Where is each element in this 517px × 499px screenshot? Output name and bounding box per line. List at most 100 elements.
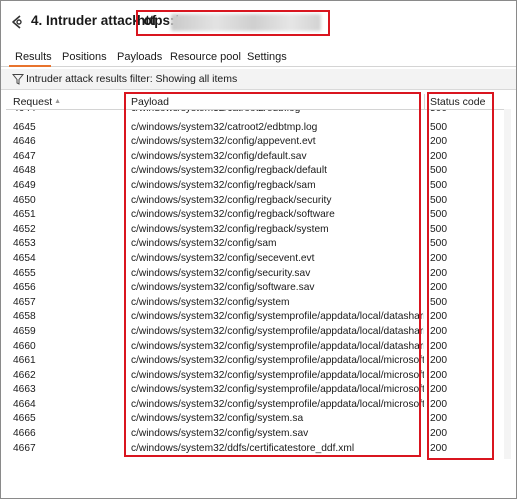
payload-cell: c/windows/system32/config/secevent.evt [131, 252, 315, 264]
status-code-cell: 200 [430, 384, 447, 396]
redacted-url [171, 14, 321, 31]
status-code-cell: 200 [430, 150, 447, 162]
payload-cell: c/windows/system32/config/systemprofile/… [131, 355, 424, 367]
table-row[interactable]: 4664 c/windows/system32/config/systemprof… [6, 398, 511, 413]
request-cell: 4646 [13, 136, 36, 148]
tab-positions[interactable]: Positions [62, 51, 107, 63]
payload-cell: c/windows/system32/config/systemprofile/… [131, 369, 424, 381]
intruder-window: 4. Intruder attack of https:/ Results Po… [0, 0, 517, 499]
status-code-cell: 500 [430, 223, 447, 235]
request-cell: 4659 [13, 325, 36, 337]
table-row[interactable]: 4647 c/windows/system32/config/default.sa… [6, 150, 511, 165]
status-code-cell: 500 [430, 194, 447, 206]
payload-cell: c/windows/system32/config/systemprofile/… [131, 311, 424, 323]
status-code-cell: 200 [430, 282, 447, 294]
request-cell: 4654 [13, 252, 36, 264]
request-cell: 4657 [13, 296, 36, 308]
status-code-cell: 200 [430, 369, 447, 381]
payload-cell: c/windows/system32/config/systemprofile/… [131, 398, 424, 410]
request-cell: 4667 [13, 442, 36, 454]
payload-cell: c/windows/system32/config/system [131, 296, 290, 308]
table-row[interactable]: 4653 c/windows/system32/config/sam 500 [6, 237, 511, 252]
payload-cell: c/windows/system32/config/sam [131, 238, 277, 250]
results-filter-bar[interactable]: Intruder attack results filter: Showing … [1, 69, 516, 90]
request-cell: 4658 [13, 311, 36, 323]
table-row[interactable]: 4661 c/windows/system32/config/systemprof… [6, 354, 511, 369]
column-header-request-label: Request [13, 96, 53, 108]
request-cell: 4666 [13, 428, 36, 440]
table-row[interactable]: 4648 c/windows/system32/config/regback/de… [6, 164, 511, 179]
table-row[interactable]: 4666 c/windows/system32/config/system.sav… [6, 427, 511, 442]
payload-cell: c/windows/system32/config/systemprofile/… [131, 384, 424, 396]
filter-icon [12, 74, 24, 85]
status-code-cell: 200 [430, 267, 447, 279]
status-code-cell: 500 [430, 296, 447, 308]
column-header-request[interactable]: Request ▲ [13, 96, 61, 108]
status-code-cell: 200 [430, 325, 447, 337]
column-header-payload[interactable]: Payload [131, 96, 169, 108]
payload-cell: c/windows/system32/config/regback/defaul… [131, 165, 327, 177]
status-code-cell: 200 [430, 252, 447, 264]
status-code-cell: 500 [430, 165, 447, 177]
request-cell: 4645 [13, 121, 36, 133]
payload-cell: c/windows/system32/config/regback/system [131, 223, 329, 235]
column-divider[interactable] [125, 94, 126, 110]
request-cell: 4663 [13, 384, 36, 396]
tab-bar: Results Positions Payloads Resource pool… [1, 45, 516, 67]
table-row[interactable]: 4658 c/windows/system32/config/systemprof… [6, 310, 511, 325]
table-row[interactable]: 4665 c/windows/system32/config/system.sa 2… [6, 412, 511, 427]
table-row[interactable]: 4662 c/windows/system32/config/systemprof… [6, 369, 511, 384]
request-cell: 4656 [13, 282, 36, 294]
table-row[interactable]: 4651 c/windows/system32/config/regback/so… [6, 208, 511, 223]
table-row[interactable]: 4655 c/windows/system32/config/security.s… [6, 267, 511, 282]
status-code-cell: 200 [430, 136, 447, 148]
column-divider[interactable] [424, 94, 425, 110]
payload-cell: c/windows/system32/config/systemprofile/… [131, 325, 424, 337]
table-row[interactable]: 4660 c/windows/system32/config/systemprof… [6, 340, 511, 355]
table-row[interactable]: 4654 c/windows/system32/config/secevent.e… [6, 252, 511, 267]
status-code-cell: 500 [430, 121, 447, 133]
request-cell: 4650 [13, 194, 36, 206]
status-code-cell: 500 [430, 179, 447, 191]
payload-cell: c/windows/system32/config/security.sav [131, 267, 311, 279]
table-row[interactable]: 4649 c/windows/system32/config/regback/sa… [6, 179, 511, 194]
payload-cell: c/windows/system32/ddfs/certificatestore… [131, 442, 355, 454]
payload-cell: c/windows/system32/config/regback/securi… [131, 194, 332, 206]
payload-cell: c/windows/system32/config/regback/softwa… [131, 209, 335, 221]
table-row[interactable]: 4656 c/windows/system32/config/software.s… [6, 281, 511, 296]
payload-cell: c/windows/system32/config/system.sav [131, 428, 309, 440]
table-row[interactable]: 4667 c/windows/system32/ddfs/certificates… [6, 442, 511, 457]
status-code-cell: 200 [430, 311, 447, 323]
payload-cell: c/windows/system32/config/system.sa [131, 413, 304, 425]
sort-ascending-icon: ▲ [54, 98, 62, 105]
column-header-status-code[interactable]: Status code [430, 96, 485, 108]
request-cell: 4660 [13, 340, 36, 352]
intruder-target-icon [12, 15, 22, 29]
status-code-cell: 200 [430, 398, 447, 410]
table-row[interactable]: 4646 c/windows/system32/config/appevent.e… [6, 135, 511, 150]
tab-results[interactable]: Results [15, 51, 52, 63]
active-tab-indicator [9, 65, 51, 67]
table-row[interactable]: 4645 c/windows/system32/catroot2/edbtmp.l… [6, 121, 511, 136]
table-row[interactable]: 4659 c/windows/system32/config/systemprof… [6, 325, 511, 340]
table-header: Request ▲ Payload Status code [6, 94, 511, 110]
payload-cell: c/windows/system32/catroot2/edbtmp.log [131, 121, 318, 133]
table-row[interactable]: 4657 c/windows/system32/config/system 500 [6, 296, 511, 311]
tab-resource-pool[interactable]: Resource pool [170, 51, 241, 63]
payload-cell: c/windows/system32/config/regback/sam [131, 179, 316, 191]
status-code-cell: 200 [430, 442, 447, 454]
tab-payloads[interactable]: Payloads [117, 51, 162, 63]
status-code-cell: 200 [430, 413, 447, 425]
vertical-scrollbar[interactable] [504, 109, 511, 459]
request-cell: 4661 [13, 355, 36, 367]
table-row[interactable]: 4650 c/windows/system32/config/regback/se… [6, 194, 511, 209]
request-cell: 4647 [13, 150, 36, 162]
request-cell: 4665 [13, 413, 36, 425]
tab-settings[interactable]: Settings [247, 51, 287, 63]
status-code-cell: 200 [430, 428, 447, 440]
table-row[interactable]: 4652 c/windows/system32/config/regback/sy… [6, 223, 511, 238]
results-rows: 4644c/windows/system32/catroot2/edb.log5… [6, 103, 511, 457]
table-row[interactable]: 4663 c/windows/system32/config/systemprof… [6, 383, 511, 398]
request-cell: 4648 [13, 165, 36, 177]
title-bar: 4. Intruder attack of https:/ [1, 1, 516, 43]
